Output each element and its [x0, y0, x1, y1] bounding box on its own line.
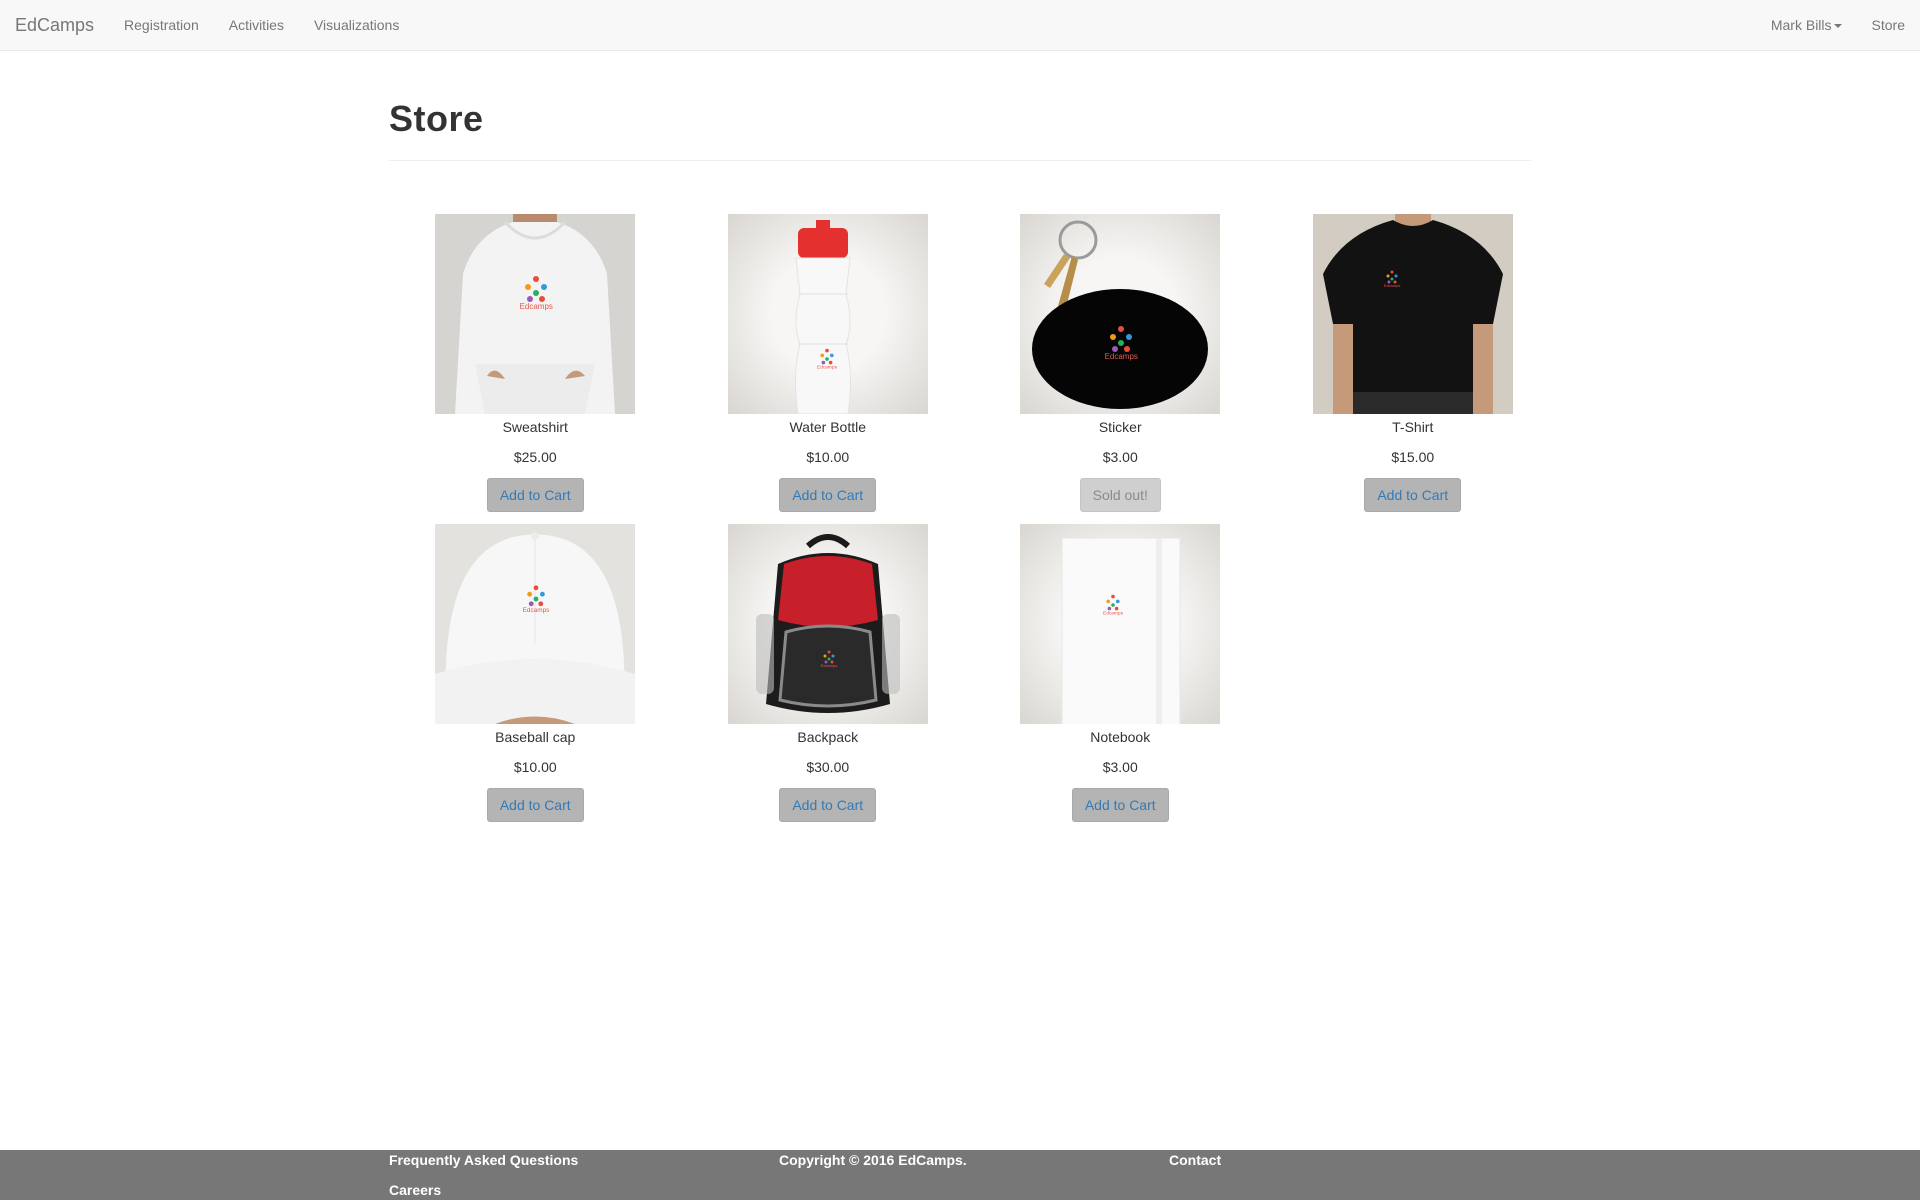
add-to-cart-button[interactable]: Add to Cart	[779, 788, 877, 822]
product-card: Edcamps Backpack $30.00 Add to Cart	[682, 524, 975, 822]
product-card: Edcamps Sweatshirt $25.00 Add to Cart	[389, 214, 682, 512]
baseball-cap-image[interactable]: Edcamps	[435, 524, 636, 724]
hoodie-illustration	[435, 214, 636, 414]
water-bottle-image[interactable]: Edcamps	[727, 214, 928, 414]
product-card: Edcamps T-Shirt $15.00 Add to Cart	[1267, 214, 1560, 512]
tshirt-illustration	[1312, 214, 1513, 414]
product-name: Sweatshirt	[502, 419, 568, 435]
sticker-image[interactable]: Edcamps	[1020, 214, 1221, 414]
page-header: Store	[389, 98, 1531, 161]
user-name: Mark Bills	[1770, 17, 1832, 33]
nav-activities[interactable]: Activities	[214, 0, 299, 51]
brand-link[interactable]: EdCamps	[15, 0, 94, 51]
add-to-cart-button[interactable]: Add to Cart	[486, 788, 584, 822]
product-price: $30.00	[806, 759, 850, 775]
edcamps-logo: Edcamps	[523, 585, 550, 613]
add-to-cart-button[interactable]: Add to Cart	[486, 478, 584, 512]
footer-faq-link[interactable]: Frequently Asked Questions	[389, 1152, 578, 1168]
product-name: Backpack	[797, 729, 859, 745]
product-price: $3.00	[1102, 449, 1138, 465]
bottle-illustration	[794, 220, 851, 414]
footer-copyright: Copyright © 2016 EdCamps.	[779, 1152, 967, 1168]
edcamps-logo: Edcamps	[1383, 270, 1400, 288]
edcamps-logo: Edcamps	[1105, 326, 1138, 361]
notebook-image[interactable]: Edcamps	[1020, 524, 1221, 724]
product-price: $25.00	[513, 449, 557, 465]
add-to-cart-button[interactable]: Add to Cart	[1364, 478, 1462, 512]
top-navbar: EdCamps Registration Activities Visualiz…	[0, 0, 1920, 51]
product-name: Baseball cap	[495, 729, 576, 745]
user-menu-dropdown[interactable]: Mark Bills	[1756, 0, 1857, 51]
notebook-illustration	[1061, 537, 1181, 724]
add-to-cart-button[interactable]: Add to Cart	[1071, 788, 1169, 822]
product-name: Sticker	[1098, 419, 1142, 435]
footer-contact-link[interactable]: Contact	[1169, 1152, 1221, 1168]
product-price: $10.00	[513, 759, 557, 775]
sticker-illustration	[1032, 220, 1209, 409]
caret-down-icon	[1833, 24, 1842, 29]
nav-registration[interactable]: Registration	[109, 0, 214, 51]
t-shirt-image[interactable]: Edcamps	[1312, 214, 1513, 414]
product-card: Edcamps Water Bottle $10.00 Add to Cart	[682, 214, 975, 512]
edcamps-logo: Edcamps	[817, 348, 837, 370]
product-price: $10.00	[806, 449, 850, 465]
product-name: Notebook	[1090, 729, 1151, 745]
backpack-image[interactable]: Edcamps	[727, 524, 928, 724]
product-card: Edcamps Notebook $3.00 Add to Cart	[974, 524, 1267, 822]
nav-store[interactable]: Store	[1857, 0, 1920, 51]
add-to-cart-button[interactable]: Add to Cart	[779, 478, 877, 512]
footer-careers-link[interactable]: Careers	[389, 1182, 441, 1198]
nav-right: Mark Bills Store	[1756, 0, 1920, 51]
product-price: $15.00	[1391, 449, 1435, 465]
nav-left: EdCamps Registration Activities Visualiz…	[0, 0, 414, 51]
nav-visualizations[interactable]: Visualizations	[299, 0, 414, 51]
sold-out-button[interactable]: Sold out!	[1079, 478, 1161, 512]
product-grid: Edcamps Sweatshirt $25.00 Add to Cart Ed…	[389, 214, 1561, 822]
backpack-illustration	[755, 534, 900, 713]
product-name: T-Shirt	[1392, 419, 1434, 435]
product-price: $3.00	[1102, 759, 1138, 775]
product-card: Edcamps Baseball cap $10.00 Add to Cart	[389, 524, 682, 822]
edcamps-logo: Edcamps	[1103, 594, 1123, 616]
product-name: Water Bottle	[789, 419, 866, 435]
page-title: Store	[389, 98, 484, 139]
footer: Frequently Asked Questions Careers Copyr…	[0, 1150, 1920, 1200]
edcamps-logo: Edcamps	[820, 650, 837, 668]
cap-illustration	[435, 524, 636, 724]
edcamps-logo: Edcamps	[520, 276, 553, 311]
sweatshirt-image[interactable]: Edcamps	[435, 214, 636, 414]
product-card: Edcamps Sticker $3.00 Sold out!	[974, 214, 1267, 512]
